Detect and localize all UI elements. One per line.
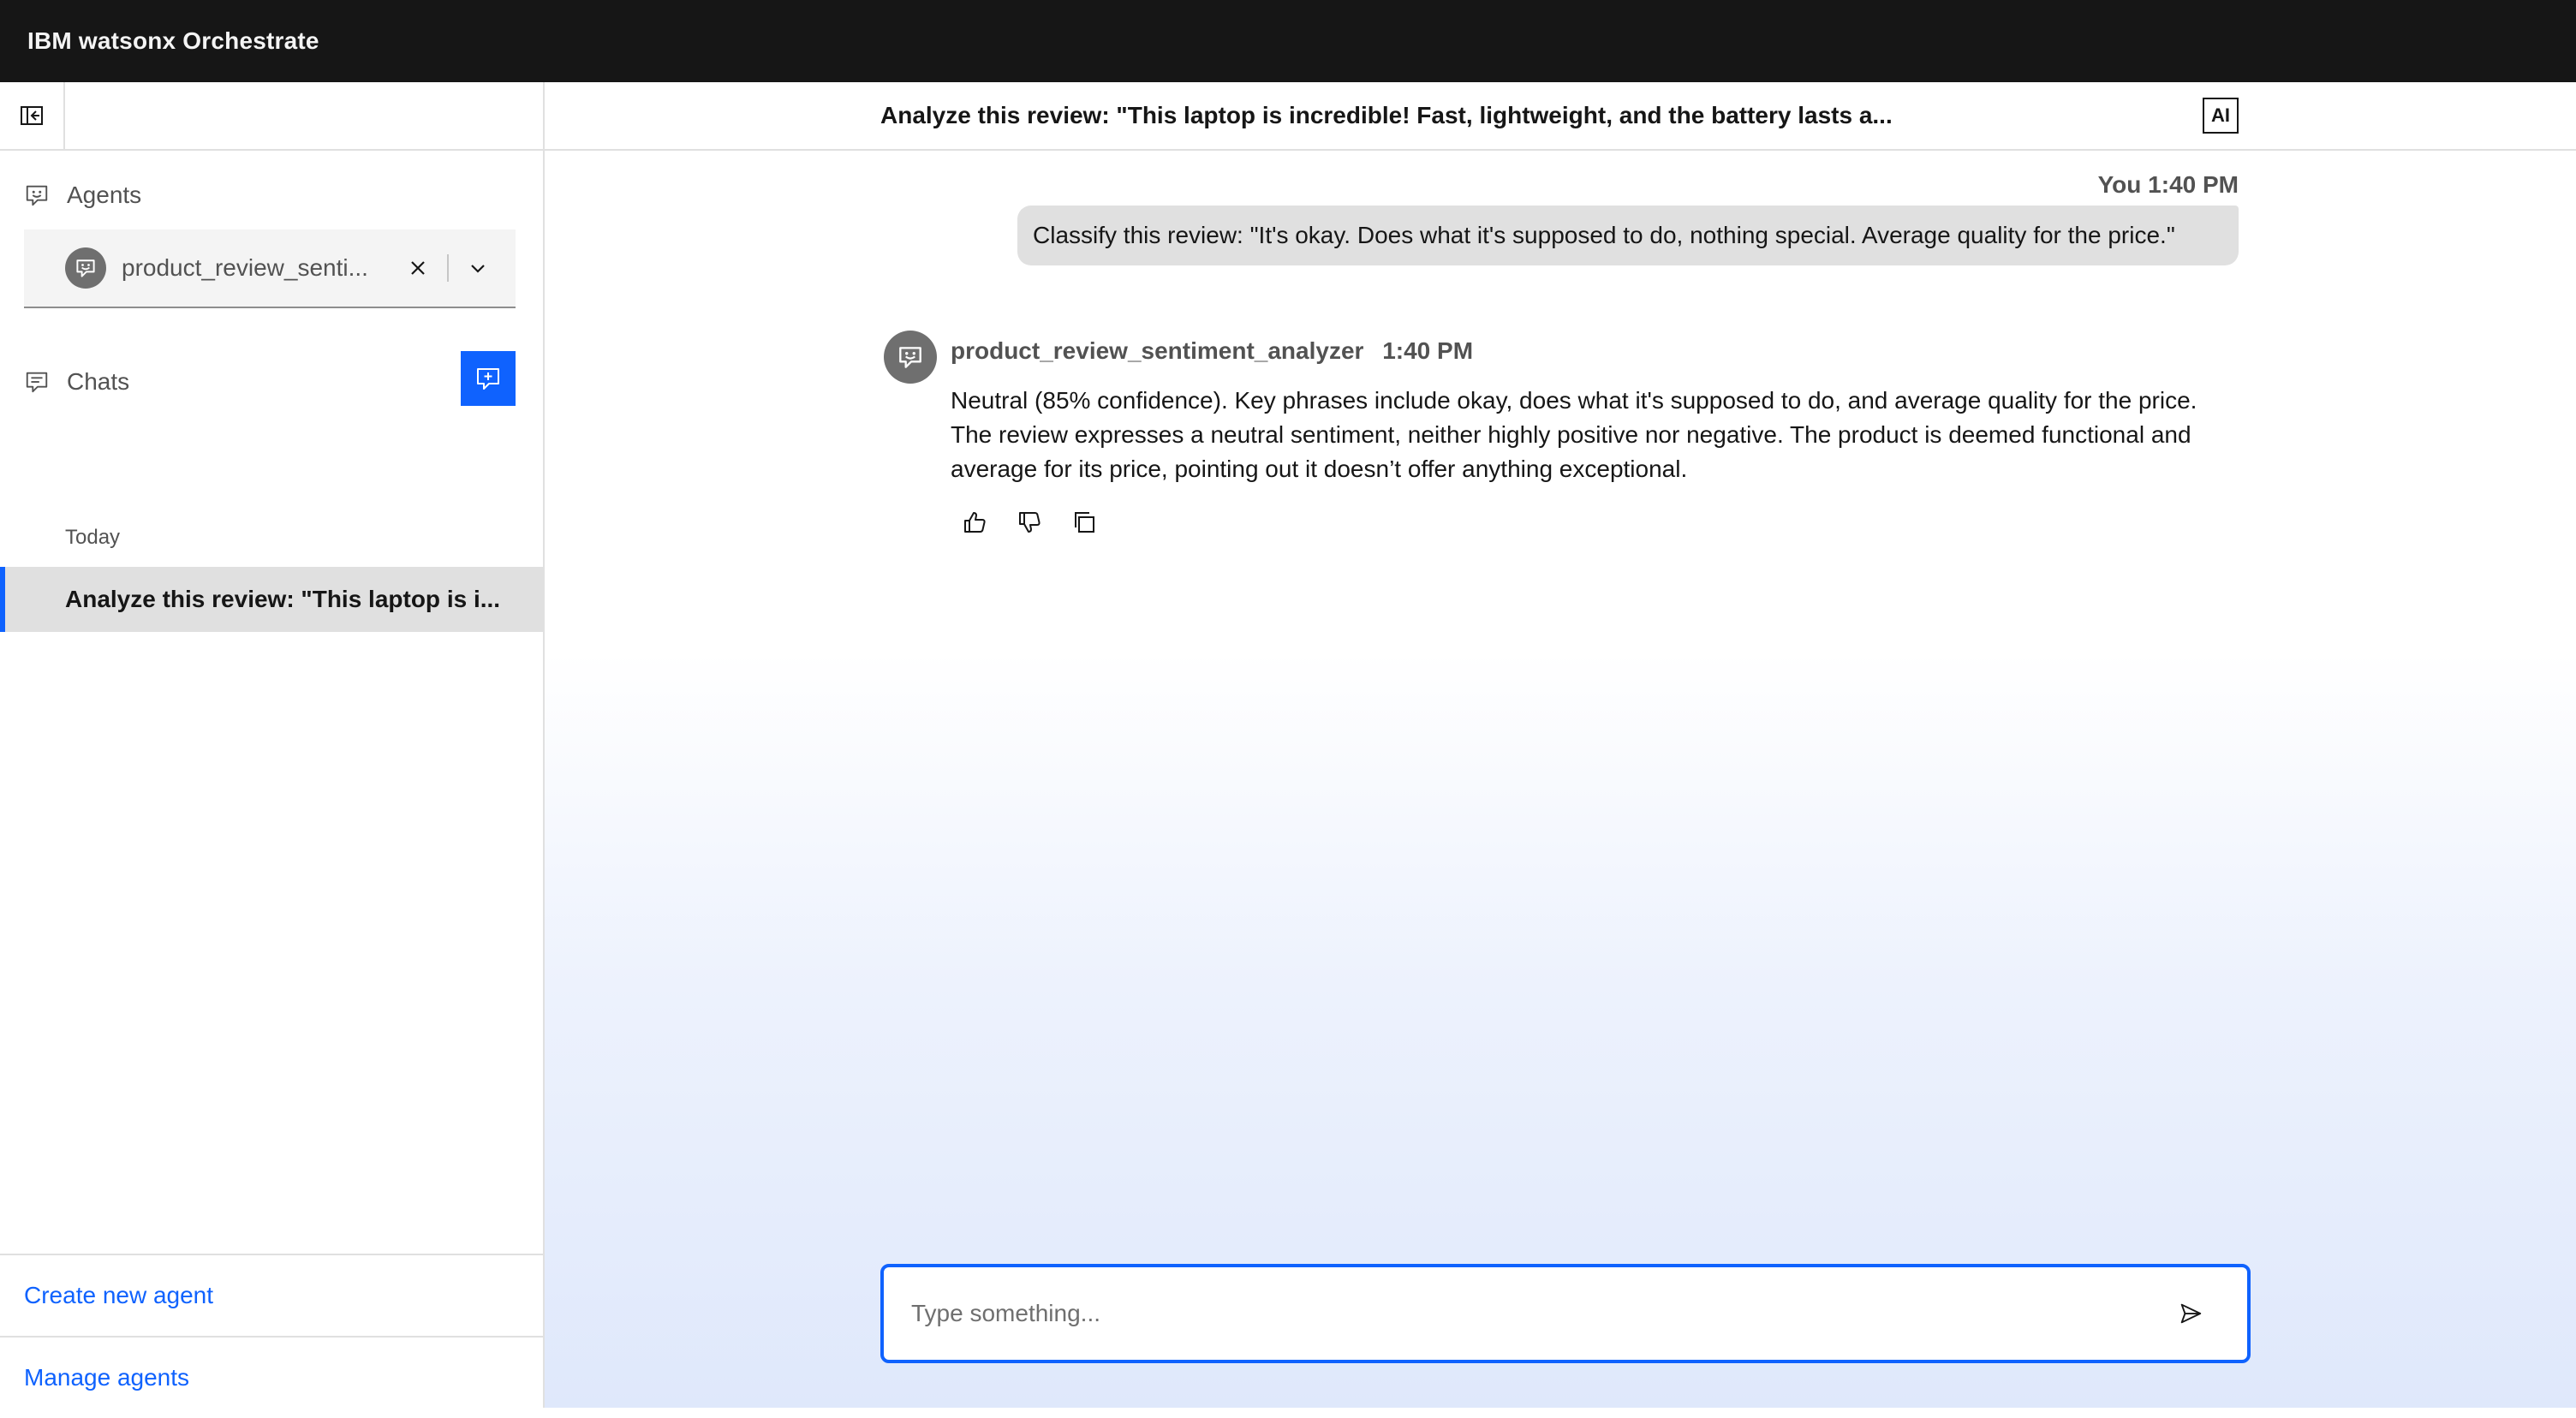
thumbs-up-icon [964, 512, 986, 533]
chat-main: Analyze this review: "This laptop is inc… [545, 82, 2576, 1408]
bot-message-author: product_review_sentiment_analyzer [951, 337, 1364, 364]
new-chat-icon [477, 368, 499, 390]
clear-agent-button[interactable] [401, 251, 435, 285]
user-message-time: 1:40 PM [2148, 171, 2239, 198]
agent-selector[interactable]: product_review_senti... [24, 229, 516, 308]
sidebar-collapse-button[interactable] [0, 82, 65, 149]
manage-agents-link[interactable]: Manage agents [0, 1336, 543, 1418]
thumbs-up-button[interactable] [957, 505, 992, 539]
agent-chat-icon [26, 185, 48, 206]
agent-dropdown-toggle[interactable] [461, 251, 495, 285]
new-chat-button[interactable] [461, 351, 516, 406]
message-composer [880, 1264, 2251, 1363]
send-icon [2180, 1303, 2202, 1324]
today-group-label: Today [65, 526, 121, 549]
send-button[interactable] [2175, 1298, 2206, 1329]
create-new-agent-link[interactable]: Create new agent [0, 1254, 543, 1336]
bot-avatar [884, 331, 937, 384]
copy-button[interactable] [1067, 505, 1101, 539]
chevron-down-icon [471, 265, 485, 273]
chat-title: Analyze this review: "This laptop is inc… [880, 102, 1893, 128]
selected-agent-name: product_review_senti... [122, 254, 368, 281]
copy-icon [1075, 512, 1094, 533]
agent-avatar [65, 247, 106, 289]
app-brand: IBM watsonx Orchestrate [27, 27, 319, 54]
sidebar-toolbar [0, 82, 543, 151]
bot-message-text: Neutral (85% confidence). Key phrases in… [951, 387, 2197, 482]
agents-section-header: Agents [0, 178, 141, 212]
agents-label: Agents [67, 182, 142, 208]
bot-message-time: 1:40 PM [1382, 337, 1474, 364]
chats-label: Chats [67, 368, 130, 395]
chat-bubbles-icon [26, 372, 48, 393]
thumbs-down-button[interactable] [1012, 505, 1046, 539]
user-message-author: You [2097, 171, 2142, 198]
sidebar: Agents product_review_senti... Chats Tod… [0, 82, 545, 1408]
bot-message-meta: product_review_sentiment_analyzer 1:40 P… [951, 337, 1473, 365]
chat-header: Analyze this review: "This laptop is inc… [545, 82, 2576, 151]
thumbs-down-icon [1019, 512, 1041, 533]
message-actions [957, 505, 1101, 539]
agent-chat-icon [899, 347, 921, 368]
message-input[interactable] [909, 1299, 2151, 1328]
selector-divider [447, 254, 449, 282]
close-icon [411, 261, 425, 275]
user-message-meta: You 1:40 PM [2086, 171, 2239, 199]
top-header: IBM watsonx Orchestrate [0, 0, 2576, 82]
agent-chat-icon [76, 259, 95, 277]
ai-badge[interactable]: AI [2203, 98, 2239, 134]
user-message-bubble: Classify this review: "It's okay. Does w… [1017, 206, 2239, 265]
sidebar-chat-item[interactable]: Analyze this review: "This laptop is i..… [0, 567, 543, 632]
sidebar-collapse-icon [21, 106, 43, 125]
